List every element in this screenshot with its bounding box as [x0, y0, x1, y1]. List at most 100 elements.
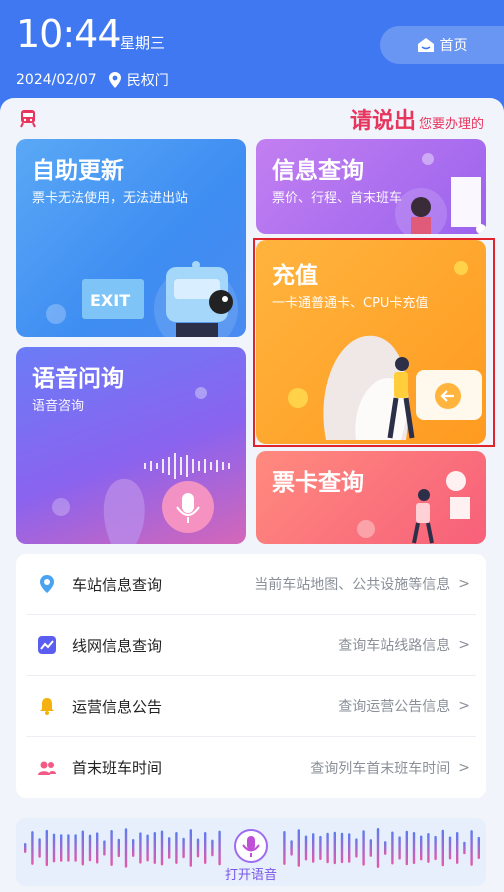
wave-bar	[477, 836, 480, 860]
voice-prompt: 请说出 您要办理的	[350, 103, 484, 135]
wave-bar	[88, 834, 92, 862]
chevron-right-icon: >	[458, 759, 470, 776]
exit-sign: EXIT	[90, 291, 131, 310]
wave-bar	[153, 831, 156, 865]
wave-bar	[45, 829, 48, 867]
exit-illustration	[46, 261, 238, 337]
home-icon	[417, 38, 434, 52]
chevron-right-icon: >	[458, 576, 470, 592]
wave-bar	[189, 829, 192, 867]
wave-bar	[204, 832, 207, 864]
wave-bar	[182, 837, 185, 859]
wave-bar	[420, 835, 423, 861]
info-illustration	[395, 153, 486, 234]
wave-bar	[355, 838, 358, 858]
wave-bar	[52, 833, 56, 863]
wave-bar	[196, 838, 200, 858]
wave-bar	[160, 830, 164, 866]
clock-time: 10:44	[16, 12, 122, 56]
info-list: 车站信息查询 当前车站地图、公共设施等信息 > 线网信息查询 查询车站线路信息 …	[16, 554, 486, 798]
wave-bar	[348, 833, 351, 863]
wave-bar	[81, 830, 84, 866]
list-item-station-info[interactable]: 车站信息查询 当前车站地图、公共设施等信息 >	[26, 554, 476, 615]
wave-bar	[290, 840, 293, 856]
wave-bar	[297, 829, 300, 867]
wave-bar	[470, 830, 473, 866]
location-pin-icon	[108, 72, 121, 88]
chevron-right-icon: >	[458, 698, 470, 714]
home-button[interactable]: 首页	[380, 26, 504, 64]
wave-bar	[38, 838, 41, 858]
home-label: 首页	[439, 38, 468, 54]
list-item-desc: 当前车站地图、公共设施等信息	[254, 577, 451, 593]
wave-bar	[456, 832, 459, 864]
wave-bar	[362, 830, 365, 866]
wave-bar	[24, 843, 27, 853]
wave-bar	[110, 830, 113, 866]
voice-bar[interactable]: 打开语音	[16, 818, 486, 886]
wave-bar	[175, 831, 178, 865]
voice-query-card[interactable]: 语音问询 语音咨询	[16, 347, 246, 544]
wave-bar	[312, 833, 315, 863]
wave-bar	[405, 830, 408, 866]
map-pin-icon	[36, 573, 58, 595]
wave-bar	[326, 832, 329, 864]
voice-bar-label: 打开语音	[224, 868, 277, 883]
wave-bar	[218, 830, 221, 866]
date: 2024/02/07	[16, 72, 97, 88]
wave-bar	[283, 831, 286, 865]
recharge-card[interactable]: 充值 一卡通普通卡、CPU卡充值	[256, 240, 486, 444]
list-item-desc: 查询列车首末班车时间	[310, 760, 451, 777]
wave-bar	[96, 832, 99, 864]
prompt-sub: 您要办理的	[418, 117, 484, 132]
list-item-label: 线网信息查询	[72, 636, 163, 655]
wave-bar	[384, 841, 387, 855]
wave-bar	[376, 828, 380, 868]
list-item-label: 首末班车时间	[72, 759, 163, 777]
list-item-desc: 查询运营公告信息	[338, 699, 451, 715]
wave-bar	[412, 831, 416, 865]
train-icon	[20, 110, 36, 128]
wave-bar	[211, 839, 214, 857]
list-item-first-last-train[interactable]: 首末班车时间 查询列车首末班车时间 >	[26, 737, 476, 798]
wave-bar	[67, 834, 70, 862]
list-item-desc: 查询车站线路信息	[338, 638, 451, 654]
microphone-icon[interactable]	[233, 828, 269, 864]
wave-bar	[60, 834, 63, 862]
wave-bar	[398, 836, 401, 860]
wave-bar	[74, 834, 77, 862]
ticket-query-card[interactable]: 票卡查询	[256, 451, 486, 544]
wave-bar	[124, 828, 128, 868]
recharge-illustration	[288, 261, 482, 440]
wave-bar	[168, 837, 171, 859]
wave-bar	[340, 832, 344, 864]
station-name: 民权门	[126, 73, 169, 89]
bell-icon	[36, 695, 58, 717]
line-chart-icon	[36, 634, 58, 656]
wave-bar	[146, 834, 149, 862]
wave-bar	[132, 839, 135, 857]
wave-bar	[427, 833, 430, 863]
self-update-card[interactable]: 自助更新 票卡无法使用，无法进出站 EXIT	[16, 139, 246, 337]
wave-bar	[441, 829, 444, 867]
wave-bar	[304, 835, 308, 861]
list-item-network-info[interactable]: 线网信息查询 查询车站线路信息 >	[26, 615, 476, 676]
wave-bar	[369, 839, 372, 857]
weekday: 星期三	[120, 34, 166, 52]
wave-bar	[103, 840, 106, 856]
wave-bar	[448, 836, 452, 860]
list-item-label: 运营信息公告	[72, 697, 163, 716]
voice-illustration	[52, 387, 230, 544]
wave-bar	[319, 835, 322, 861]
wave-bar	[139, 832, 142, 864]
people-icon	[36, 757, 58, 779]
wave-bar	[117, 838, 120, 858]
wave-bar	[333, 831, 336, 865]
list-item-operation-notice[interactable]: 运营信息公告 查询运营公告信息 >	[26, 676, 476, 737]
wave-bar	[434, 835, 437, 861]
wave-bar	[391, 831, 394, 865]
info-query-card[interactable]: 信息查询 票价、行程、首末班车	[256, 139, 486, 234]
ticket-illustration	[357, 471, 470, 544]
wave-bar	[463, 841, 466, 855]
prompt-main: 请说出	[349, 109, 416, 134]
